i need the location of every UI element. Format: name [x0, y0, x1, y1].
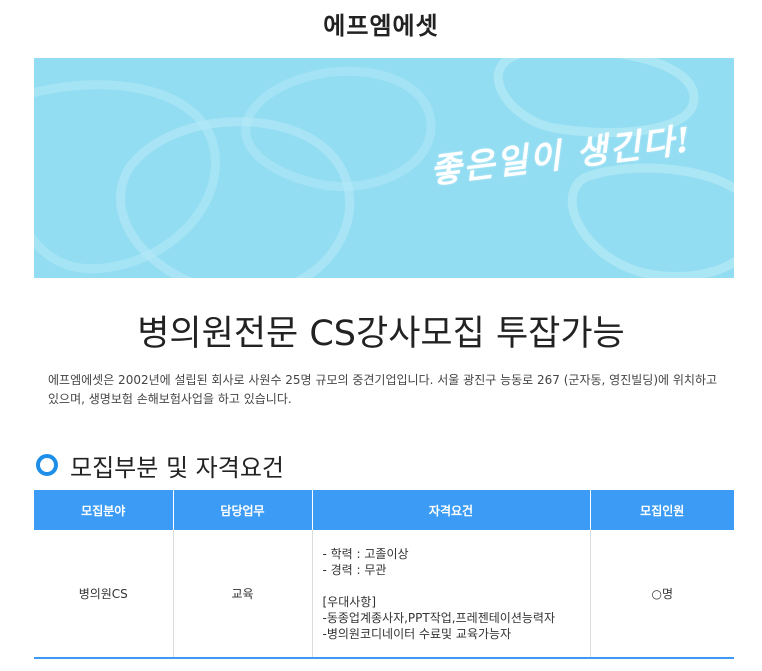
- req-preferred-2: -병의원코디네이터 수료및 교육가능자: [322, 626, 512, 641]
- cell-duty: 교육: [173, 530, 313, 659]
- table-row: 병의원CS 교육 - 학력 : 고졸이상 - 경력 : 무관 [우대사항] -동…: [34, 530, 734, 659]
- section-title: 모집부분 및 자격요건: [70, 453, 284, 482]
- req-career: - 경력 : 무관: [322, 562, 387, 577]
- company-name: 에프엠에셋: [323, 12, 439, 40]
- section-heading: 모집부분 및 자격요건: [36, 449, 284, 482]
- cell-requirements: - 학력 : 고졸이상 - 경력 : 무관 [우대사항] -동종업계종사자,PP…: [312, 530, 591, 659]
- req-preferred-1: -동종업계종사자,PPT작업,프레젠테이션능력자: [322, 610, 555, 625]
- page-headline: 병의원전문 CS강사모집 투잡가능: [137, 314, 625, 354]
- header-duty: 담당업무: [173, 490, 313, 530]
- ring-icon: [36, 454, 58, 476]
- req-preferred-title: [우대사항]: [322, 594, 377, 609]
- recruitment-table: 모집분야 담당업무 자격요건 모집인원 병의원CS 교육 - 학력 : 고졸이상…: [34, 490, 734, 659]
- banner: 좋은일이 생긴다!: [34, 58, 734, 278]
- company-intro: 에프엠에셋은 2002년에 설립된 회사로 사원수 25명 규모의 중견기업입니…: [48, 373, 718, 406]
- table-header-row: 모집분야 담당업무 자격요건 모집인원: [34, 490, 734, 530]
- header-count: 모집인원: [590, 490, 734, 530]
- cell-field: 병의원CS: [34, 530, 174, 659]
- header-field: 모집분야: [34, 490, 174, 530]
- header-requirements: 자격요건: [312, 490, 591, 530]
- req-education: - 학력 : 고졸이상: [322, 546, 409, 561]
- cell-count: ○명: [590, 530, 734, 659]
